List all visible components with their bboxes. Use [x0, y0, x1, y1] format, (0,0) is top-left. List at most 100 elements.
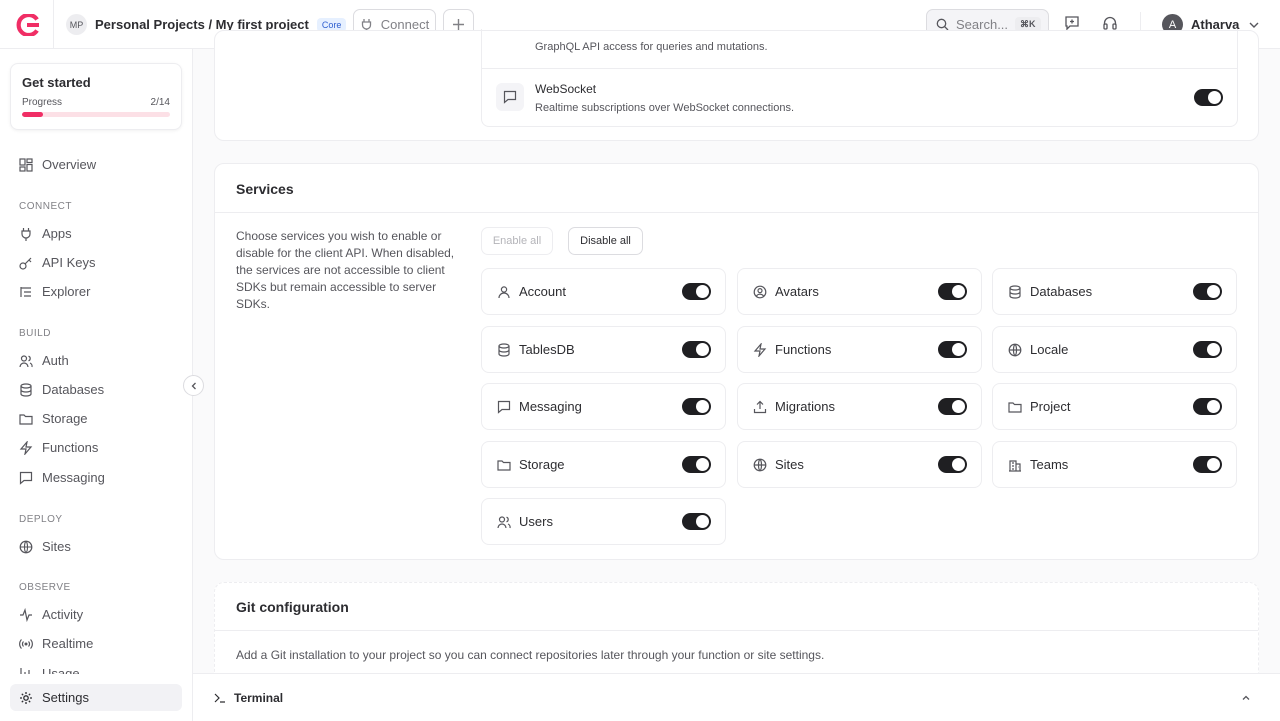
sidebar-item-activity[interactable]: Activity — [10, 601, 182, 628]
sidebar-item-databases[interactable]: Databases — [10, 376, 182, 403]
websocket-row: WebSocket Realtime subscriptions over We… — [481, 68, 1238, 127]
service-toggle-messaging[interactable] — [682, 398, 711, 415]
service-toggle-project[interactable] — [1193, 398, 1222, 415]
user-icon — [497, 285, 511, 299]
gear-icon — [19, 691, 33, 705]
sidebar-item-functions[interactable]: Functions — [10, 434, 182, 461]
graphql-row: GraphQL API access for queries and mutat… — [481, 29, 1238, 69]
globe-icon — [19, 540, 33, 554]
service-toggle-databases[interactable] — [1193, 283, 1222, 300]
chart-icon — [19, 666, 33, 674]
service-label: Functions — [775, 342, 832, 357]
service-label: Databases — [1030, 284, 1093, 299]
section-label-deploy: DEPLOY — [19, 514, 63, 525]
sidebar-item-label: Sites — [42, 539, 71, 554]
sidebar-item-auth[interactable]: Auth — [10, 347, 182, 374]
section-label-observe: OBSERVE — [19, 582, 71, 593]
lightning-icon — [19, 440, 33, 455]
enable-all-button[interactable]: Enable all — [481, 227, 553, 255]
service-tile-account: Account — [481, 268, 726, 315]
service-tile-storage: Storage — [481, 441, 726, 488]
service-label: Users — [519, 514, 553, 529]
sidebar-item-label: Storage — [42, 411, 88, 426]
globe-icon — [753, 458, 767, 472]
sidebar-item-label: Settings — [42, 690, 89, 705]
collapse-sidebar-button[interactable] — [183, 375, 204, 396]
folder-icon — [1008, 400, 1022, 414]
sidebar-item-storage[interactable]: Storage — [10, 405, 182, 432]
divider — [215, 630, 1258, 631]
plug-icon — [19, 227, 33, 241]
service-label: Avatars — [775, 284, 819, 299]
service-toggle-account[interactable] — [682, 283, 711, 300]
disable-all-button[interactable]: Disable all — [568, 227, 643, 255]
database-icon — [497, 342, 511, 357]
sidebar-item-label: Apps — [42, 226, 72, 241]
chevron-up-icon[interactable] — [1241, 693, 1251, 703]
sidebar-item-label: Overview — [42, 157, 97, 172]
sidebar-item-settings[interactable]: Settings — [10, 684, 182, 711]
sidebar-item-label: Databases — [42, 382, 105, 397]
service-toggle-storage[interactable] — [682, 456, 711, 473]
key-icon — [19, 256, 33, 270]
chat-icon — [19, 471, 33, 485]
lightning-icon — [753, 342, 767, 357]
service-label: Teams — [1030, 457, 1069, 472]
service-tile-tablesdb: TablesDB — [481, 326, 726, 373]
project-avatar: MP — [66, 14, 87, 35]
sidebar-item-realtime[interactable]: Realtime — [10, 630, 182, 657]
appwrite-logo[interactable] — [0, 0, 54, 49]
sidebar-item-label: Usage — [42, 666, 80, 674]
websocket-toggle[interactable] — [1194, 89, 1223, 106]
service-tile-locale: Locale — [992, 326, 1237, 373]
graphql-description: GraphQL API access for queries and mutat… — [535, 41, 768, 53]
sidebar-item-label: Messaging — [42, 470, 105, 485]
upload-icon — [753, 400, 767, 414]
sidebar-item-usage[interactable]: Usage — [10, 660, 182, 674]
service-toggle-migrations[interactable] — [938, 398, 967, 415]
service-label: Migrations — [775, 399, 835, 414]
service-toggle-teams[interactable] — [1193, 456, 1222, 473]
broadcast-icon — [19, 637, 33, 651]
git-description: Add a Git installation to your project s… — [236, 648, 825, 662]
progress-bar — [22, 112, 170, 117]
divider — [215, 212, 1258, 213]
service-toggle-tablesdb[interactable] — [682, 341, 711, 358]
service-toggle-locale[interactable] — [1193, 341, 1222, 358]
progress-label: Progress — [22, 97, 63, 108]
sidebar-item-explorer[interactable]: Explorer — [10, 278, 182, 305]
users-icon — [497, 515, 511, 529]
service-toggle-sites[interactable] — [938, 456, 967, 473]
building-icon — [1008, 458, 1022, 472]
activity-icon — [19, 607, 33, 622]
sidebar-item-overview[interactable]: Overview — [10, 151, 182, 178]
sidebar-item-apps[interactable]: Apps — [10, 220, 182, 247]
service-label: Locale — [1030, 342, 1069, 357]
service-toggle-avatars[interactable] — [938, 283, 967, 300]
sidebar-item-label: Explorer — [42, 284, 91, 299]
terminal-icon — [214, 692, 226, 704]
sidebar-item-api-keys[interactable]: API Keys — [10, 249, 182, 276]
folder-icon — [19, 412, 33, 426]
sidebar-item-sites[interactable]: Sites — [10, 533, 182, 560]
service-tile-project: Project — [992, 383, 1237, 430]
get-started-card[interactable]: Get started Progress 2/14 — [10, 63, 182, 130]
grid-icon — [19, 157, 33, 172]
sidebar-item-label: Activity — [42, 607, 84, 622]
terminal-bar[interactable]: Terminal — [193, 673, 1280, 721]
service-tile-avatars: Avatars — [737, 268, 982, 315]
service-label: Storage — [519, 457, 565, 472]
chat-icon — [497, 400, 511, 414]
section-label-build: BUILD — [19, 328, 51, 339]
service-label: Account — [519, 284, 566, 299]
sidebar-item-label: Functions — [42, 440, 99, 455]
service-toggle-users[interactable] — [682, 513, 711, 530]
service-tile-functions: Functions — [737, 326, 982, 373]
service-label: Sites — [775, 457, 804, 472]
chevron-left-icon — [189, 381, 199, 391]
service-label: Project — [1030, 399, 1071, 414]
sidebar-item-messaging[interactable]: Messaging — [10, 464, 182, 491]
apis-card: GraphQL API access for queries and mutat… — [214, 29, 1259, 141]
git-title: Git configuration — [236, 599, 349, 615]
service-toggle-functions[interactable] — [938, 341, 967, 358]
